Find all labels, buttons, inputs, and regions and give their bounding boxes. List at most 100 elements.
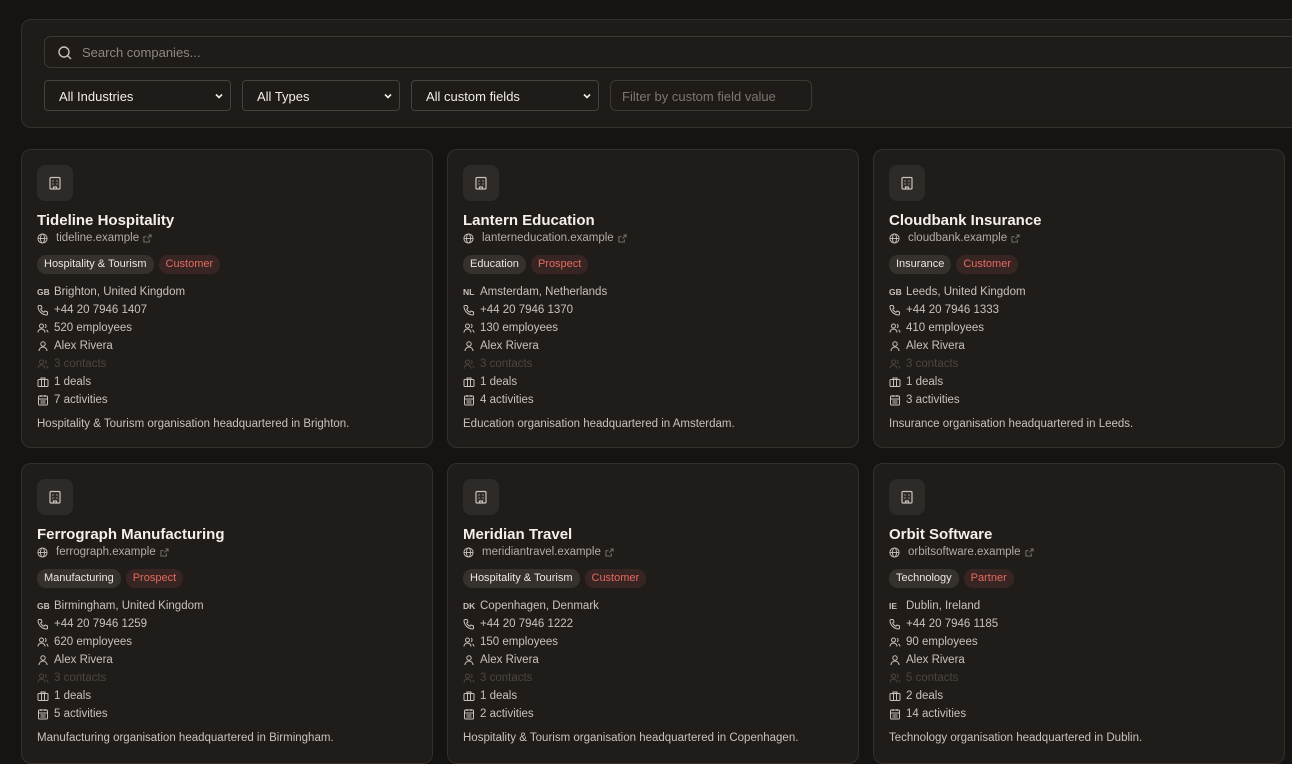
phone-text: +44 20 7946 1259 — [54, 618, 148, 630]
contacts-text: 3 contacts — [480, 358, 533, 370]
contacts-row: 3 contacts — [889, 355, 1026, 373]
user-icon — [889, 340, 906, 352]
phone-text: +44 20 7946 1222 — [480, 618, 574, 630]
company-card[interactable]: Cloudbank Insurance cloudbank.example In… — [873, 149, 1285, 448]
phone-icon — [889, 304, 906, 316]
location-text: Leeds, United Kingdom — [906, 286, 1026, 298]
external-link-icon — [139, 233, 156, 243]
users-icon — [37, 322, 54, 334]
owner-row: Alex Rivera — [463, 651, 599, 669]
deals-row: 1 deals — [37, 373, 185, 391]
external-link-icon — [601, 547, 618, 557]
country-code: GB — [37, 287, 50, 297]
deals-text: 1 deals — [54, 376, 92, 388]
user-icon — [37, 654, 54, 666]
custom-field-select[interactable]: All custom fields — [411, 80, 599, 111]
activities-row: 4 activities — [463, 391, 607, 409]
company-name[interactable]: Lantern Education — [463, 212, 595, 229]
activities-row: 5 activities — [37, 705, 204, 723]
company-logo — [37, 479, 73, 515]
custom-field-value-placeholder: Filter by custom field value — [622, 89, 776, 104]
deals-row: 1 deals — [37, 687, 204, 705]
type-select-value: All Types — [257, 89, 310, 104]
users-icon — [889, 322, 906, 334]
company-website-link[interactable]: ferrograph.example — [37, 546, 173, 558]
briefcase-icon — [889, 690, 906, 702]
activities-row: 7 activities — [37, 391, 185, 409]
chevron-down-icon — [384, 93, 392, 99]
activities-text: 4 activities — [480, 394, 534, 406]
type-badge: Prospect — [530, 255, 589, 274]
company-description: Insurance organisation headquartered in … — [889, 418, 1134, 430]
custom-field-value-input[interactable]: Filter by custom field value — [610, 80, 812, 111]
industry-select[interactable]: All Industries — [44, 80, 231, 111]
contacts-icon — [463, 358, 480, 370]
external-link-icon — [614, 233, 631, 243]
users-icon — [889, 636, 906, 648]
contacts-row: 3 contacts — [37, 355, 185, 373]
globe-icon — [37, 232, 52, 244]
contacts-text: 3 contacts — [906, 358, 959, 370]
company-name[interactable]: Cloudbank Insurance — [889, 212, 1042, 229]
deals-row: 2 deals — [889, 687, 998, 705]
deals-text: 1 deals — [906, 376, 944, 388]
location-row: NL Amsterdam, Netherlands — [463, 283, 607, 301]
phone-icon — [463, 304, 480, 316]
company-website-link[interactable]: meridiantravel.example — [463, 546, 618, 558]
phone-row: +44 20 7946 1370 — [463, 301, 607, 319]
company-card[interactable]: Orbit Software orbitsoftware.example Tec… — [873, 463, 1285, 764]
industry-badge: Technology — [889, 569, 959, 588]
type-select[interactable]: All Types — [242, 80, 400, 111]
phone-row: +44 20 7946 1185 — [889, 615, 998, 633]
phone-icon — [463, 618, 480, 630]
type-badge: Customer — [584, 569, 647, 588]
company-name[interactable]: Orbit Software — [889, 526, 992, 543]
company-website-link[interactable]: cloudbank.example — [889, 232, 1024, 244]
activities-text: 5 activities — [54, 708, 108, 720]
contacts-row: 3 contacts — [463, 355, 607, 373]
deals-row: 1 deals — [463, 373, 607, 391]
industry-badge: Hospitality & Tourism — [463, 569, 580, 588]
company-name[interactable]: Ferrograph Manufacturing — [37, 526, 225, 543]
users-icon — [463, 322, 480, 334]
owner-row: Alex Rivera — [37, 337, 185, 355]
employees-row: 130 employees — [463, 319, 607, 337]
briefcase-icon — [463, 376, 480, 388]
search-placeholder: Search companies... — [82, 45, 201, 60]
company-website-link[interactable]: orbitsoftware.example — [889, 546, 1038, 558]
contacts-text: 3 contacts — [480, 672, 533, 684]
employees-row: 90 employees — [889, 633, 998, 651]
location-text: Amsterdam, Netherlands — [480, 286, 608, 298]
company-website-link[interactable]: lanterneducation.example — [463, 232, 631, 244]
company-website-link[interactable]: tideline.example — [37, 232, 156, 244]
website-text: orbitsoftware.example — [908, 546, 1021, 558]
industry-badge: Insurance — [889, 255, 952, 274]
briefcase-icon — [37, 376, 54, 388]
owner-text: Alex Rivera — [906, 340, 965, 352]
phone-icon — [37, 304, 54, 316]
company-card[interactable]: Lantern Education lanterneducation.examp… — [447, 149, 859, 448]
company-card[interactable]: Tideline Hospitality tideline.example Ho… — [21, 149, 433, 448]
location-row: GB Leeds, United Kingdom — [889, 283, 1026, 301]
activities-text: 3 activities — [906, 394, 960, 406]
company-name[interactable]: Tideline Hospitality — [37, 212, 174, 229]
company-card[interactable]: Ferrograph Manufacturing ferrograph.exam… — [21, 463, 433, 764]
employees-row: 520 employees — [37, 319, 185, 337]
company-description: Technology organisation headquartered in… — [889, 732, 1143, 744]
employees-text: 90 employees — [906, 636, 978, 648]
globe-icon — [889, 546, 904, 558]
tag-list: Hospitality & Tourism Customer — [37, 255, 221, 274]
website-text: lanterneducation.example — [482, 232, 614, 244]
user-icon — [463, 654, 480, 666]
website-text: meridiantravel.example — [482, 546, 601, 558]
industry-badge: Education — [463, 255, 526, 274]
owner-row: Alex Rivera — [889, 651, 998, 669]
location-row: IE Dublin, Ireland — [889, 597, 998, 615]
search-input[interactable]: Search companies... — [44, 36, 1292, 68]
deals-text: 2 deals — [906, 690, 944, 702]
user-icon — [37, 340, 54, 352]
company-name[interactable]: Meridian Travel — [463, 526, 572, 543]
calendar-icon — [463, 394, 480, 406]
external-link-icon — [1007, 233, 1024, 243]
company-card[interactable]: Meridian Travel meridiantravel.example H… — [447, 463, 859, 764]
